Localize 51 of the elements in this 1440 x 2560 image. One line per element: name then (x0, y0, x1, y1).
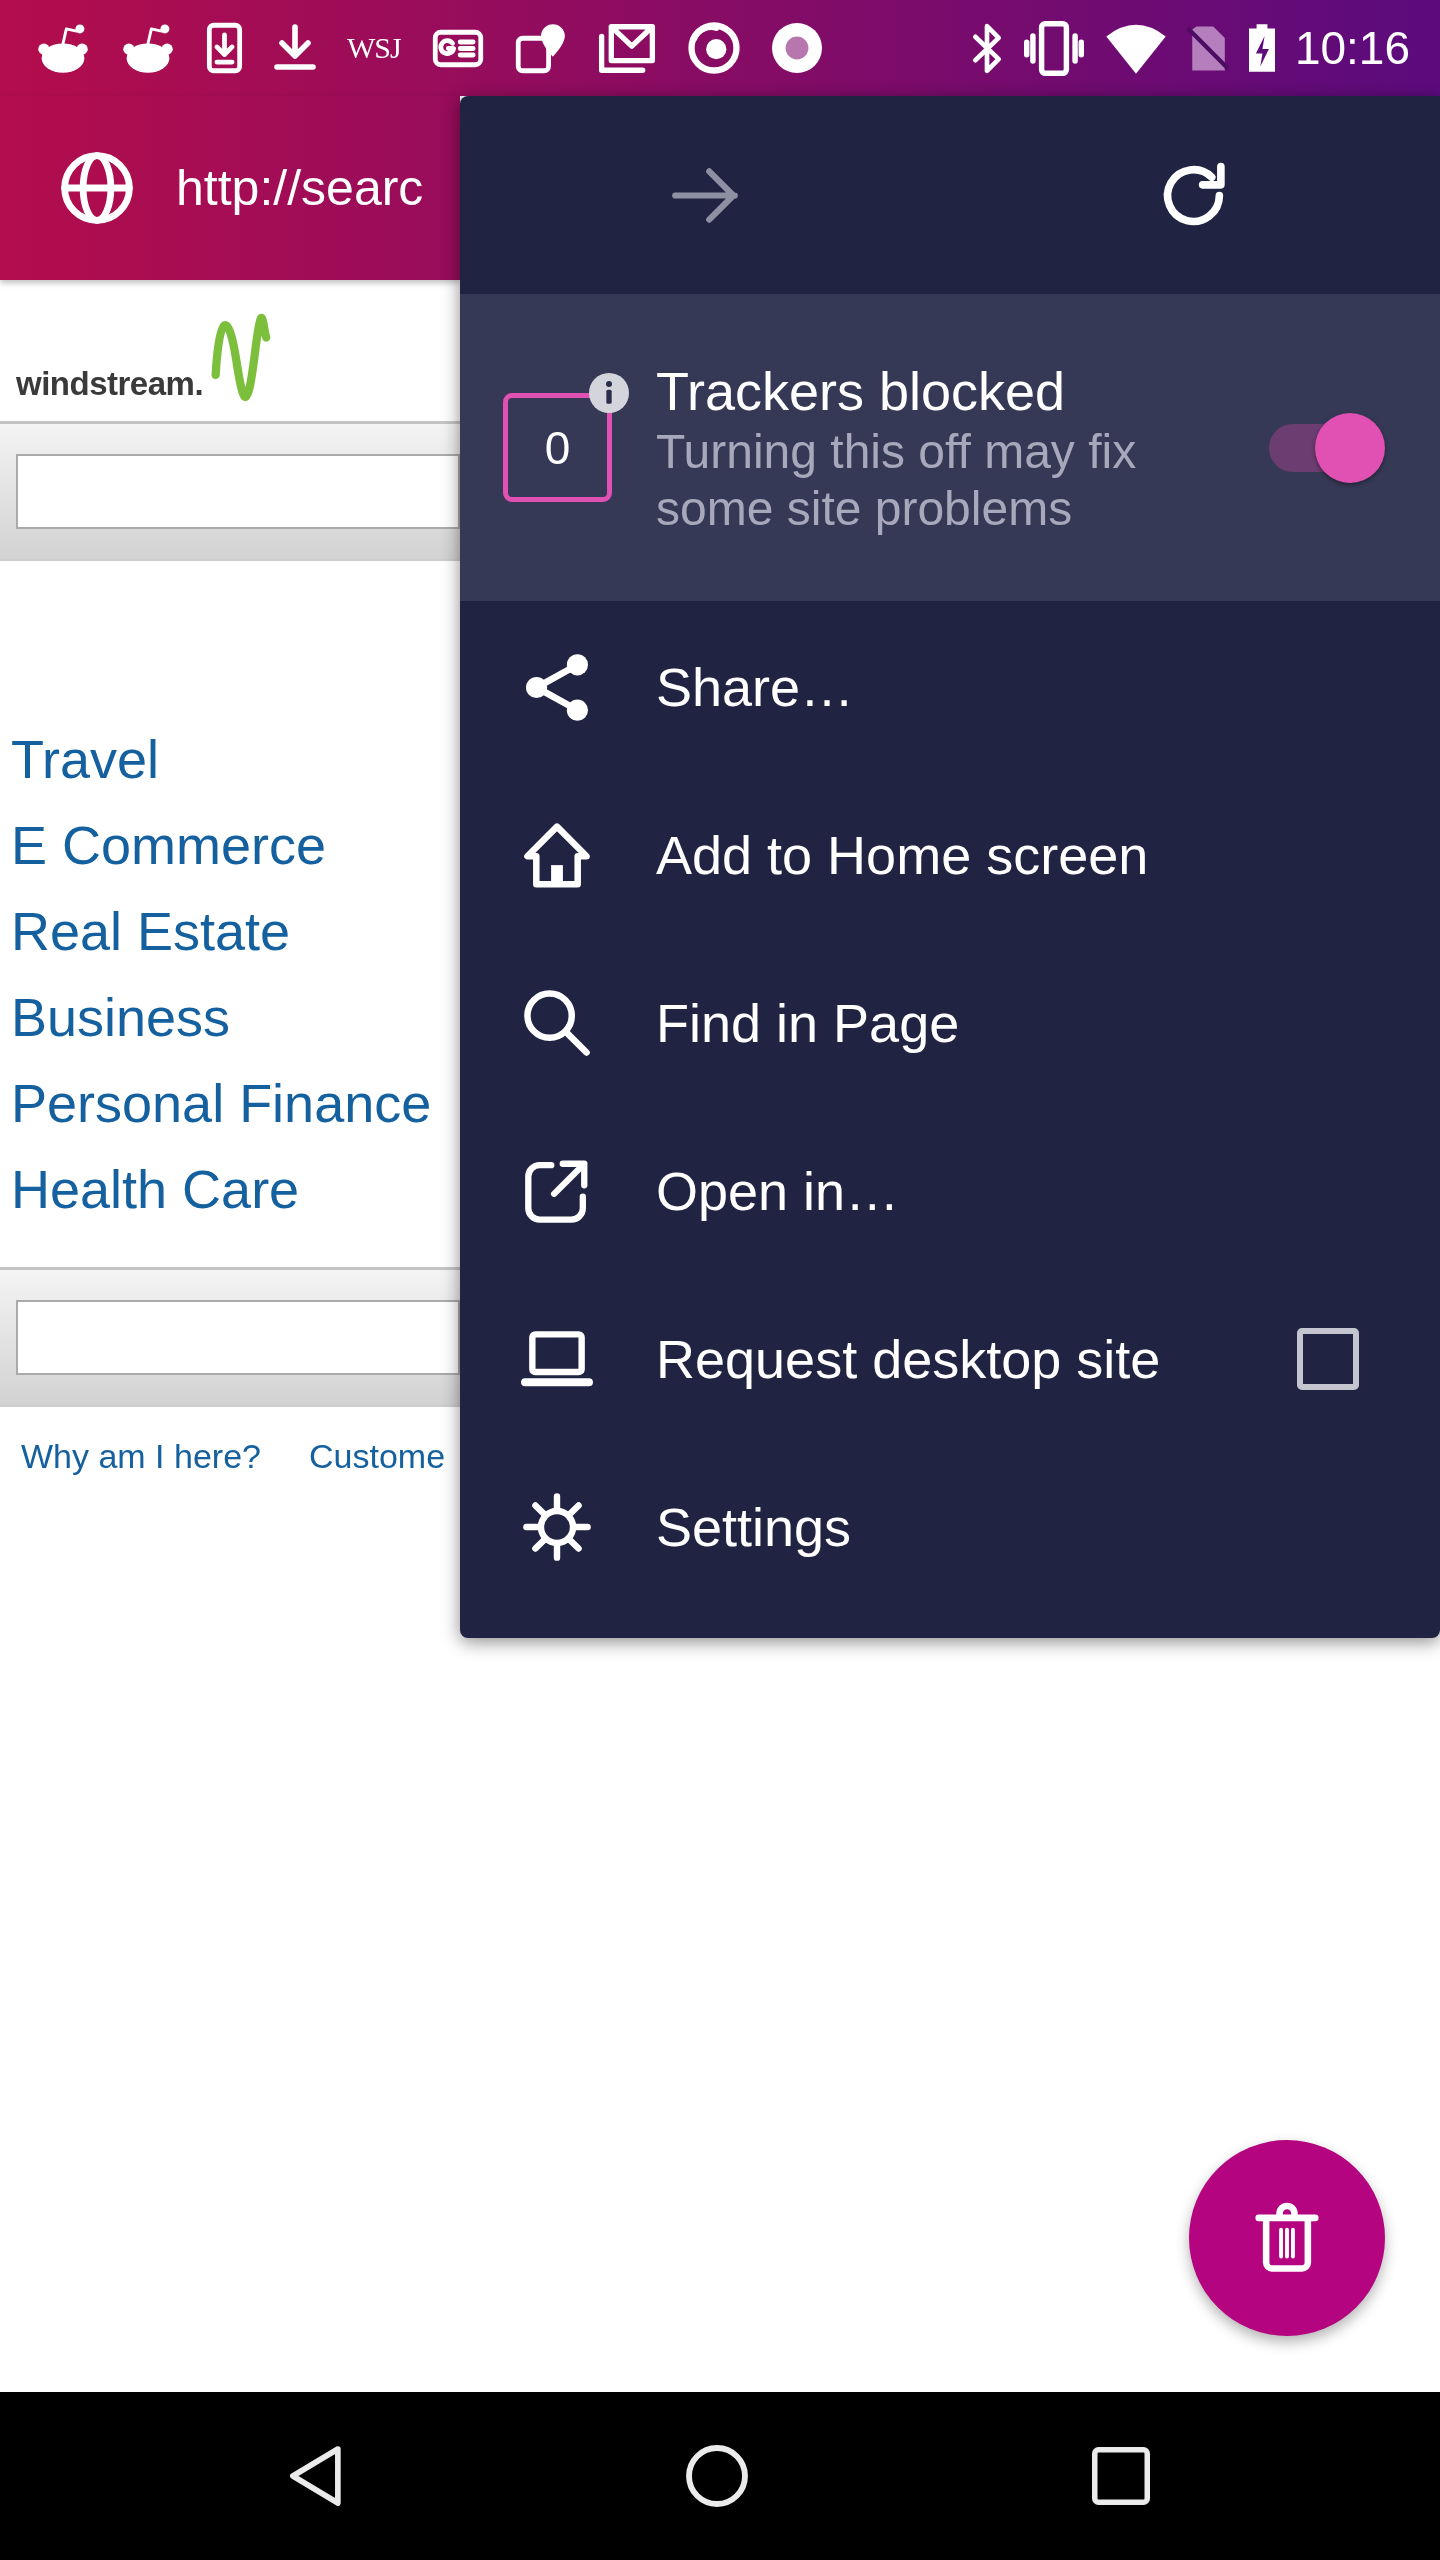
tracker-title: Trackers blocked (656, 359, 1066, 423)
address-bar[interactable]: http://searc (0, 96, 460, 280)
home-circle-icon[interactable] (685, 2444, 749, 2508)
logo-text: windstream. (16, 365, 204, 403)
mail-icon (597, 22, 656, 74)
bluetooth-icon (970, 22, 1003, 74)
tracker-subtitle: Turning this off may fix some site problems (656, 423, 1138, 537)
vibrate-icon (1022, 20, 1085, 76)
globe-icon (60, 151, 134, 225)
category-link[interactable]: Real Estate (11, 888, 291, 974)
search-field[interactable] (16, 454, 460, 529)
search-field[interactable] (16, 1300, 460, 1375)
menu-item[interactable]: Request desktop site (522, 1324, 1161, 1394)
wifi-icon (1104, 22, 1167, 74)
record-icon (771, 23, 822, 73)
laptop-icon (522, 1330, 592, 1388)
ring-icon (686, 21, 741, 75)
menu-item[interactable]: Settings (522, 1492, 852, 1562)
phone-download-icon (206, 22, 243, 74)
no-sim-icon (1186, 24, 1229, 72)
news-icon (431, 28, 484, 68)
search-icon (523, 989, 591, 1057)
menu-item[interactable]: Open in… (522, 1156, 900, 1226)
footer-link[interactable]: Custome (309, 1431, 446, 1481)
alien-head-icon (121, 21, 175, 75)
info-icon[interactable] (589, 373, 629, 413)
map-pin-icon (514, 22, 567, 74)
settings-icon (522, 1492, 592, 1562)
tracker-toggle[interactable] (1269, 412, 1385, 483)
category-link[interactable]: Business (11, 974, 231, 1060)
status-time: 10:16 (1294, 21, 1410, 75)
alien-head-icon (36, 21, 90, 75)
download-icon (274, 24, 316, 72)
recents-icon[interactable] (1091, 2446, 1151, 2506)
battery-icon (1248, 22, 1275, 74)
url-text[interactable]: http://searc (176, 158, 424, 218)
checkbox[interactable] (1297, 1328, 1359, 1390)
category-link[interactable]: Personal Finance (11, 1060, 432, 1146)
back-icon[interactable] (289, 2445, 343, 2507)
category-link[interactable]: E Commerce (11, 802, 327, 888)
home-icon (523, 821, 591, 889)
footer-link[interactable]: Why am I here? (21, 1431, 261, 1481)
category-link[interactable]: Travel (11, 716, 160, 802)
share-icon (526, 653, 588, 721)
menu-item[interactable]: Find in Page (522, 988, 960, 1058)
menu-item[interactable]: Share… (522, 652, 855, 722)
trash-icon (1255, 2203, 1319, 2273)
notification-label: WSJ (347, 30, 401, 66)
menu-item[interactable]: Add to Home screen (522, 820, 1149, 890)
category-link[interactable]: Health Care (11, 1146, 300, 1232)
external-link-icon (524, 1158, 590, 1224)
